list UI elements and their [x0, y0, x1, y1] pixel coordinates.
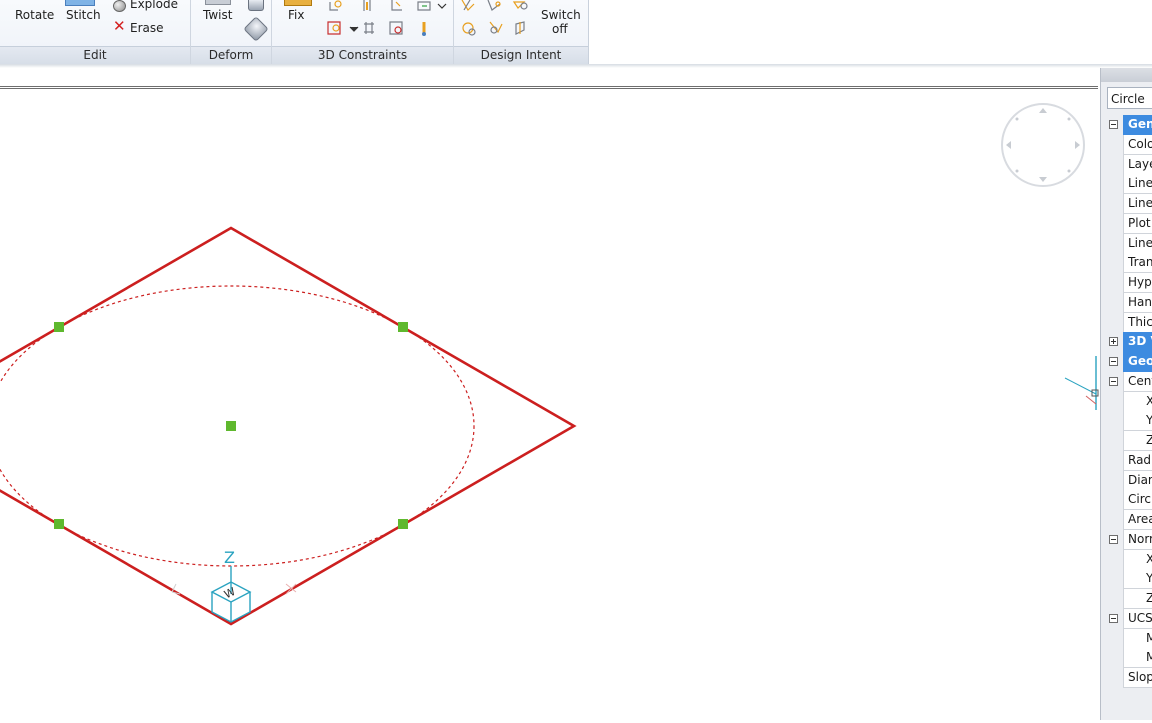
property-row[interactable]: Lineweight — [1101, 233, 1152, 254]
crosshair-cursor — [1064, 356, 1099, 410]
property-row[interactable]: Y — [1101, 569, 1152, 590]
property-label: M — [1123, 628, 1152, 649]
property-label: 3D Visualization — [1123, 332, 1152, 353]
collapse-icon[interactable] — [1109, 613, 1118, 623]
object-type-select[interactable]: Circle — [1107, 87, 1152, 109]
property-row[interactable]: Normal — [1101, 529, 1152, 550]
property-row[interactable]: Linetype — [1101, 174, 1152, 195]
property-label: Handle — [1123, 292, 1152, 313]
property-row[interactable]: X — [1101, 391, 1152, 412]
property-row[interactable]: Handle — [1101, 292, 1152, 313]
property-label: X — [1123, 391, 1152, 412]
property-label: Normal — [1123, 529, 1152, 550]
collapse-icon[interactable] — [1109, 357, 1118, 366]
property-row[interactable]: Hyperlink — [1101, 273, 1152, 293]
property-label: UCS — [1123, 608, 1152, 629]
property-label: X — [1123, 549, 1152, 570]
property-row[interactable]: Color — [1101, 134, 1152, 155]
property-label: Linetype — [1123, 174, 1152, 195]
grip-quadrant-lr[interactable] — [398, 519, 408, 529]
property-category[interactable]: General — [1101, 115, 1152, 135]
property-label: Plot style — [1123, 213, 1152, 234]
property-row[interactable]: Center — [1101, 371, 1152, 392]
property-label: Geometry — [1123, 352, 1152, 372]
property-label: Diameter — [1123, 470, 1152, 491]
collapse-icon[interactable] — [1109, 534, 1118, 544]
property-row[interactable]: Plot style — [1101, 213, 1152, 234]
property-label: M — [1123, 648, 1152, 669]
properties-palette: Circle GeneralColorLayerLinetypeLinetype… — [1100, 68, 1152, 720]
property-label: Thickness — [1123, 312, 1152, 333]
property-label: Lineweight — [1123, 233, 1152, 254]
property-row[interactable]: Area — [1101, 510, 1152, 530]
viewcube-compass[interactable] — [1001, 103, 1085, 187]
property-label: Circumference — [1123, 490, 1152, 511]
property-row[interactable]: Layer — [1101, 154, 1152, 175]
property-category[interactable]: 3D Visualization — [1101, 332, 1152, 353]
ucs-z-label: Z — [224, 548, 235, 567]
property-label: Transparency — [1123, 253, 1152, 274]
property-row[interactable]: Radius — [1101, 450, 1152, 471]
drawing-canvas[interactable]: Z W — [0, 0, 1100, 720]
grip-quadrant-ll[interactable] — [54, 519, 64, 529]
property-row[interactable]: Slope — [1101, 668, 1152, 688]
collapse-icon[interactable] — [1109, 120, 1118, 129]
property-row[interactable]: M — [1101, 628, 1152, 649]
property-label: Layer — [1123, 154, 1152, 175]
property-row[interactable]: Transparency — [1101, 253, 1152, 274]
property-row[interactable]: Circumference — [1101, 490, 1152, 511]
property-row[interactable]: UCS — [1101, 608, 1152, 629]
property-label: Y — [1123, 569, 1152, 590]
property-label: Z — [1123, 431, 1152, 451]
property-label: Color — [1123, 134, 1152, 155]
property-label: Radius — [1123, 450, 1152, 471]
collapse-icon[interactable] — [1109, 376, 1118, 386]
property-category[interactable]: Geometry — [1101, 352, 1152, 372]
property-label: Center — [1123, 371, 1152, 392]
property-row[interactable]: M — [1101, 648, 1152, 669]
property-label: Slope — [1123, 668, 1152, 688]
grip-quadrant-ul[interactable] — [54, 322, 64, 332]
grip-quadrant-ur[interactable] — [398, 322, 408, 332]
property-row[interactable]: Y — [1101, 411, 1152, 432]
property-label: Z — [1123, 589, 1152, 609]
property-label: Y — [1123, 411, 1152, 432]
properties-palette-titlebar[interactable] — [1101, 68, 1152, 82]
property-label: General — [1123, 115, 1152, 135]
ucs-icon: Z W — [171, 548, 297, 623]
property-row[interactable]: Linetype scale — [1101, 194, 1152, 214]
property-row[interactable]: Thickness — [1101, 312, 1152, 333]
grip-center[interactable] — [226, 421, 236, 431]
property-row[interactable]: Z — [1101, 589, 1152, 609]
property-row[interactable]: X — [1101, 549, 1152, 570]
selected-square-outline[interactable] — [0, 226, 577, 626]
expand-icon[interactable] — [1109, 337, 1118, 347]
property-label: Linetype scale — [1123, 194, 1152, 214]
property-row[interactable]: Z — [1101, 431, 1152, 451]
property-label: Hyperlink — [1123, 273, 1152, 293]
property-label: Area — [1123, 510, 1152, 530]
property-row[interactable]: Diameter — [1101, 470, 1152, 491]
